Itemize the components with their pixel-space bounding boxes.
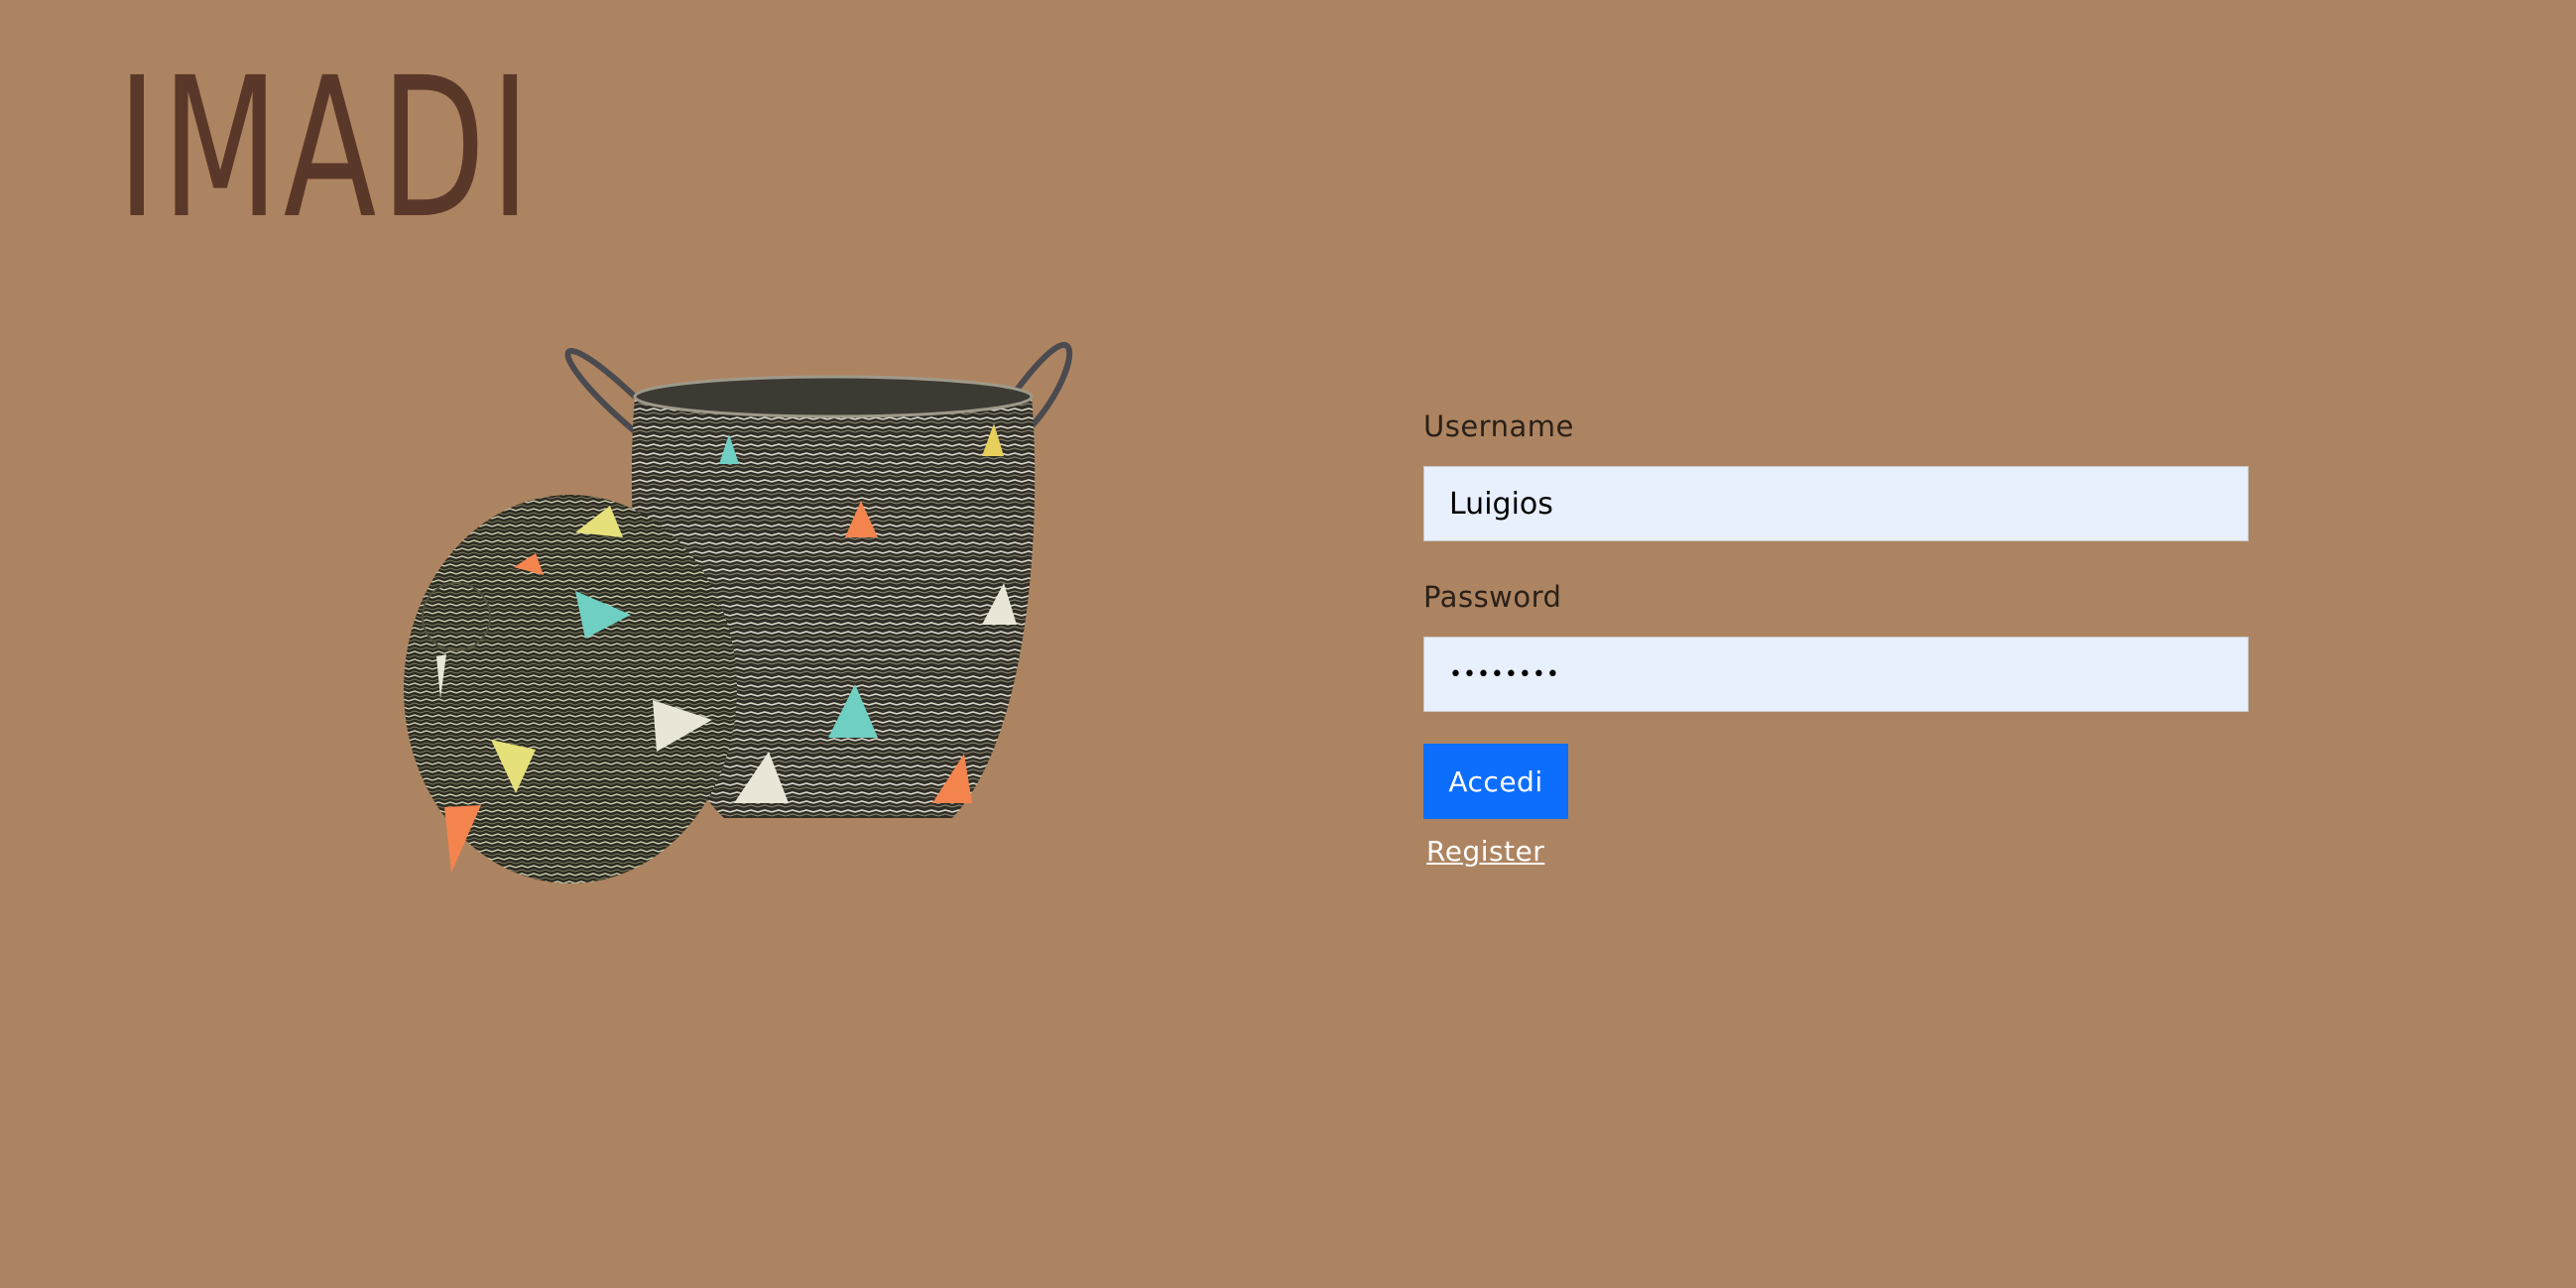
login-page: IMADI Username Luigios Password ••••••••… <box>0 0 2576 1288</box>
password-label: Password <box>1423 580 1562 614</box>
password-input[interactable] <box>1423 637 2249 712</box>
basket-image <box>404 342 1073 883</box>
username-input[interactable] <box>1423 466 2249 541</box>
username-label: Username <box>1423 410 1574 443</box>
login-button[interactable]: Accedi <box>1423 744 1568 819</box>
login-form: Username Password Accedi Register <box>1423 397 2249 868</box>
app-logo: IMADI <box>117 36 536 261</box>
register-link[interactable]: Register <box>1426 835 1544 868</box>
